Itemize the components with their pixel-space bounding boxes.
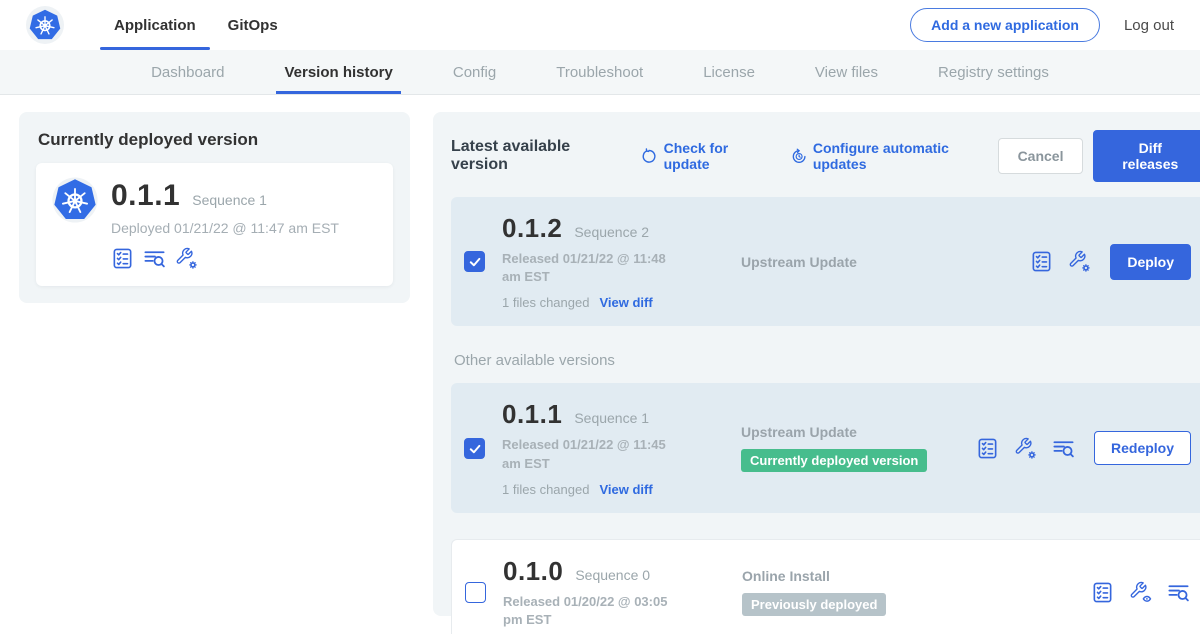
version-checkbox[interactable]: [464, 251, 485, 272]
version-source-label: Upstream Update: [741, 424, 976, 440]
subtab-version-history[interactable]: Version history: [254, 50, 422, 94]
latest-version-title: Latest available version: [451, 138, 623, 174]
cancel-button[interactable]: Cancel: [998, 138, 1084, 174]
view-diff-link[interactable]: View diff: [599, 295, 652, 310]
logout-link[interactable]: Log out: [1124, 17, 1174, 34]
refresh-icon: [641, 148, 657, 165]
top-navbar: Application GitOps Add a new application…: [0, 0, 1200, 50]
files-changed-label: 1 files changed: [502, 295, 589, 310]
currently-deployed-badge: Currently deployed version: [741, 449, 927, 472]
tab-application[interactable]: Application: [98, 0, 212, 50]
currently-deployed-version-card: 0.1.1 Sequence 1 Deployed 01/21/22 @ 11:…: [36, 163, 393, 286]
currently-deployed-card: Currently deployed version 0.1.1 Sequenc…: [19, 112, 410, 303]
redeploy-button[interactable]: Redeploy: [1094, 431, 1191, 465]
current-version-number: 0.1.1: [111, 179, 180, 213]
released-timestamp: Released 01/21/22 @ 11:48 am EST: [502, 250, 684, 286]
version-sequence: Sequence 2: [574, 224, 649, 240]
config-wrench-gear-icon[interactable]: [175, 247, 198, 270]
auto-update-clock-icon: [791, 148, 807, 165]
subtab-dashboard[interactable]: Dashboard: [121, 50, 254, 94]
version-checkbox[interactable]: [464, 438, 485, 459]
top-tabs: Application GitOps: [98, 0, 294, 50]
configure-automatic-updates-link[interactable]: Configure automatic updates: [791, 140, 998, 172]
version-source-label: Upstream Update: [741, 254, 976, 270]
version-checkbox[interactable]: [465, 582, 486, 603]
version-row-0-1-1: 0.1.1 Sequence 1 Released 01/21/22 @ 11:…: [451, 383, 1200, 512]
checkmark-icon: [467, 254, 482, 269]
add-new-application-button[interactable]: Add a new application: [910, 8, 1100, 42]
subtab-config[interactable]: Config: [423, 50, 526, 94]
preflight-checks-icon[interactable]: [1030, 250, 1053, 273]
version-row-0-1-2: 0.1.2 Sequence 2 Released 01/21/22 @ 11:…: [451, 197, 1200, 326]
configure-automatic-updates-label: Configure automatic updates: [813, 140, 998, 172]
version-history-panel: Latest available version Check for updat…: [433, 112, 1200, 616]
checkmark-icon: [467, 441, 482, 456]
files-changed-label: 1 files changed: [502, 482, 589, 497]
app-subnav: Dashboard Version history Config Trouble…: [0, 50, 1200, 95]
preflight-checks-icon[interactable]: [111, 247, 134, 270]
version-number: 0.1.0: [503, 556, 563, 587]
subtab-troubleshoot[interactable]: Troubleshoot: [526, 50, 673, 94]
deploy-logs-icon[interactable]: [1167, 581, 1190, 604]
deploy-button[interactable]: Deploy: [1110, 244, 1191, 280]
other-versions-label: Other available versions: [454, 352, 1200, 369]
check-for-update-label: Check for update: [664, 140, 773, 172]
released-timestamp: Released 01/21/22 @ 11:45 am EST: [502, 436, 684, 472]
view-config-wrench-eye-icon[interactable]: [1129, 581, 1152, 604]
preflight-checks-icon[interactable]: [976, 437, 999, 460]
version-source-label: Online Install: [742, 568, 977, 584]
view-diff-link[interactable]: View diff: [599, 482, 652, 497]
subtab-view-files[interactable]: View files: [785, 50, 908, 94]
current-deployed-timestamp: Deployed 01/21/22 @ 11:47 am EST: [111, 220, 339, 236]
current-version-sequence: Sequence 1: [192, 192, 267, 208]
released-timestamp: Released 01/20/22 @ 03:05 pm EST: [503, 593, 685, 629]
kubernetes-helm-icon: [28, 8, 62, 42]
deploy-logs-icon[interactable]: [143, 247, 166, 270]
version-row-0-1-0: 0.1.0 Sequence 0 Released 01/20/22 @ 03:…: [451, 539, 1200, 634]
version-sequence: Sequence 0: [575, 567, 650, 583]
currently-deployed-title: Currently deployed version: [38, 130, 393, 150]
deploy-logs-icon[interactable]: [1052, 437, 1075, 460]
preflight-checks-icon[interactable]: [1091, 581, 1114, 604]
previously-deployed-badge: Previously deployed: [742, 593, 886, 616]
subtab-registry-settings[interactable]: Registry settings: [908, 50, 1079, 94]
app-kubernetes-icon: [52, 177, 98, 223]
check-for-update-link[interactable]: Check for update: [641, 140, 772, 172]
kubernetes-logo: [26, 6, 64, 44]
version-number: 0.1.2: [502, 213, 562, 244]
diff-releases-button[interactable]: Diff releases: [1093, 130, 1200, 182]
main-content: Currently deployed version 0.1.1 Sequenc…: [0, 95, 1200, 616]
tab-gitops[interactable]: GitOps: [212, 0, 294, 50]
subtab-license[interactable]: License: [673, 50, 785, 94]
config-wrench-gear-icon[interactable]: [1014, 437, 1037, 460]
version-number: 0.1.1: [502, 399, 562, 430]
version-sequence: Sequence 1: [574, 410, 649, 426]
config-wrench-gear-icon[interactable]: [1068, 250, 1091, 273]
latest-version-header: Latest available version Check for updat…: [451, 130, 1200, 182]
